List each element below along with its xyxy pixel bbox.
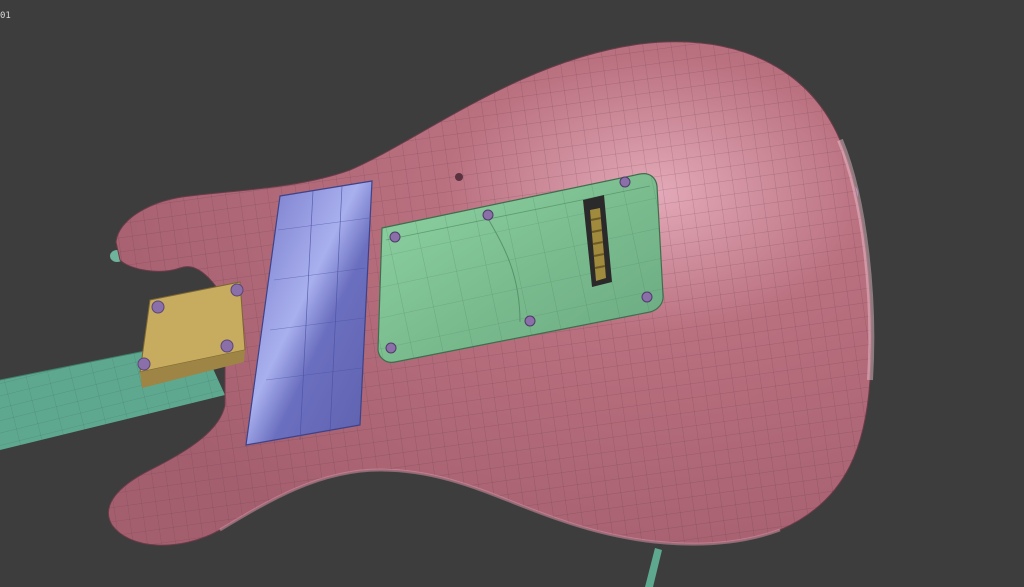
neck-screw-2 [230, 283, 244, 297]
guitar-model[interactable] [0, 0, 1024, 587]
neck-screw-1 [151, 300, 165, 314]
plate-screw-5 [524, 315, 536, 327]
body-hole [455, 173, 463, 181]
3d-viewport[interactable]: 01 [0, 0, 1024, 587]
plate-screw-4 [641, 291, 653, 303]
neck-screw-3 [137, 357, 151, 371]
plate-screw-2 [482, 209, 494, 221]
guitar-cable [645, 548, 662, 587]
plate-screw-3 [619, 176, 631, 188]
plate-screw-6 [385, 342, 397, 354]
neck-screw-4 [220, 339, 234, 353]
plate-screw-1 [389, 231, 401, 243]
